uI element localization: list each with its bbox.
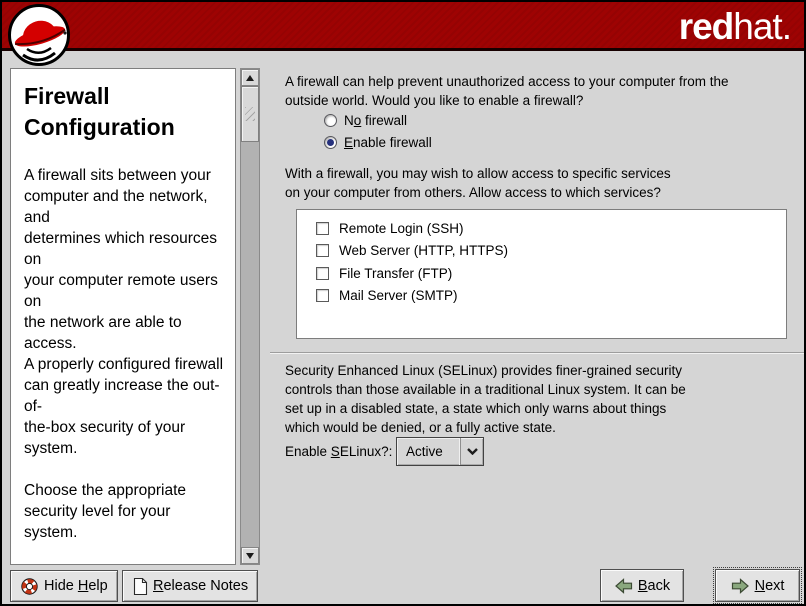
redhat-shadowman-logo — [7, 3, 71, 67]
arrow-down-icon — [246, 553, 254, 559]
label-part: ext — [765, 578, 784, 594]
brand-rest: hat. — [733, 6, 791, 47]
label-part: Hide — [44, 578, 78, 594]
radio-enable-firewall[interactable]: Enable firewall — [324, 134, 432, 151]
label-mnemonic: S — [331, 444, 340, 459]
back-button[interactable]: Back — [600, 569, 684, 602]
scrollbar-thumb[interactable] — [241, 86, 259, 142]
label-mnemonic: R — [153, 578, 163, 594]
label-part: nable firewall — [353, 135, 432, 150]
life-ring-icon — [20, 577, 39, 596]
checkbox-smtp[interactable] — [316, 289, 329, 302]
label-mnemonic: N — [755, 578, 765, 594]
header-banner: redhat. — [2, 2, 804, 51]
service-label[interactable]: Web Server (HTTP, HTTPS) — [339, 243, 508, 258]
help-panel: Firewall Configuration A firewall sits b… — [10, 68, 236, 565]
arrow-left-icon — [614, 578, 633, 594]
label-part: elease Notes — [163, 578, 248, 594]
help-paragraph-choose: Choose the appropriate security level fo… — [24, 480, 225, 543]
next-label: Next — [755, 578, 785, 594]
service-label[interactable]: File Transfer (FTP) — [339, 266, 452, 281]
radio-circle-selected[interactable] — [324, 136, 337, 149]
service-label[interactable]: Mail Server (SMTP) — [339, 288, 458, 303]
scrollbar-up-button[interactable] — [241, 69, 259, 86]
label-mnemonic: E — [344, 135, 353, 150]
service-row-ftp[interactable]: File Transfer (FTP) — [316, 262, 786, 285]
selinux-dropdown-value: Active — [397, 444, 460, 459]
release-notes-label: Release Notes — [153, 578, 248, 594]
selinux-description-text: Security Enhanced Linux (SELinux) provid… — [285, 361, 686, 437]
radio-no-firewall-label[interactable]: No firewall — [344, 113, 407, 128]
hide-help-label: Hide Help — [44, 578, 108, 594]
checkbox-ftp[interactable] — [316, 267, 329, 280]
help-paragraph-no-firewall: No Firewall — No firewall provides compl… — [24, 564, 225, 565]
label-part: ELinux?: — [340, 444, 393, 459]
radio-no-firewall[interactable]: No firewall — [324, 112, 407, 129]
help-title: Firewall Configuration — [24, 81, 225, 143]
scrollbar-down-button[interactable] — [241, 547, 259, 564]
firewall-intro-text: A firewall can help prevent unauthorized… — [285, 72, 728, 110]
services-hint-text: With a firewall, you may wish to allow a… — [285, 164, 671, 202]
checkbox-ssh[interactable] — [316, 222, 329, 235]
next-button[interactable]: Next — [715, 569, 800, 602]
service-label[interactable]: Remote Login (SSH) — [339, 221, 464, 236]
arrow-up-icon — [246, 75, 254, 81]
services-list: Remote Login (SSH) Web Server (HTTP, HTT… — [296, 209, 787, 339]
selinux-label: Enable SELinux?: — [285, 444, 392, 459]
label-mnemonic: B — [638, 578, 648, 594]
label-part: firewall — [361, 113, 407, 128]
label-part: N — [344, 113, 354, 128]
checkbox-http[interactable] — [316, 244, 329, 257]
horizontal-separator — [270, 352, 804, 353]
radio-enable-firewall-label[interactable]: Enable firewall — [344, 135, 432, 150]
hide-help-button[interactable]: Hide Help — [10, 570, 118, 602]
installer-window: redhat. Firewall Configuration A firewal… — [0, 0, 806, 606]
service-row-ssh[interactable]: Remote Login (SSH) — [316, 217, 786, 240]
arrow-right-icon — [731, 578, 750, 594]
document-icon — [132, 577, 148, 596]
service-row-http[interactable]: Web Server (HTTP, HTTPS) — [316, 240, 786, 263]
chevron-down-icon — [460, 438, 483, 465]
service-row-smtp[interactable]: Mail Server (SMTP) — [316, 285, 786, 308]
release-notes-button[interactable]: Release Notes — [122, 570, 258, 602]
back-label: Back — [638, 578, 670, 594]
help-scrollbar[interactable] — [240, 68, 260, 565]
redhat-wordmark: redhat. — [679, 5, 791, 49]
selinux-dropdown[interactable]: Active — [396, 437, 484, 466]
label-part: ack — [648, 578, 671, 594]
radio-circle[interactable] — [324, 114, 337, 127]
brand-bold: red — [679, 6, 734, 47]
label-part: Enable — [285, 444, 331, 459]
label-mnemonic: H — [78, 578, 88, 594]
label-part: elp — [88, 578, 107, 594]
help-paragraph-overview: A firewall sits between your computer an… — [24, 165, 225, 459]
